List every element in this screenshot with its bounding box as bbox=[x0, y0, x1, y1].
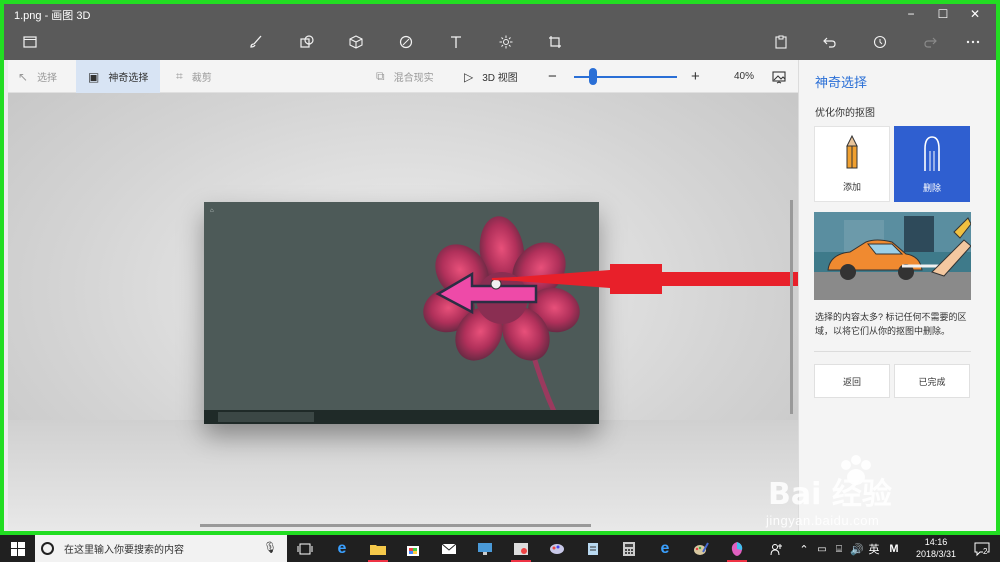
zoom-slider-thumb[interactable] bbox=[589, 68, 597, 85]
panel-subtitle: 优化你的抠图 bbox=[815, 108, 875, 119]
done-button[interactable]: 已完成 bbox=[894, 364, 970, 398]
crop-tool[interactable]: ⌗ 裁剪 bbox=[176, 60, 212, 93]
baidu-watermark: Bai 经验 jingyan.baidu.com bbox=[760, 455, 960, 535]
notification-count: 2 bbox=[983, 547, 988, 556]
vertical-scrollbar[interactable] bbox=[790, 200, 793, 414]
internet-explorer-icon[interactable]: e bbox=[653, 538, 677, 560]
microphone-icon[interactable]: 🎙 bbox=[263, 541, 277, 554]
stickers-icon[interactable] bbox=[394, 30, 418, 54]
paint-icon[interactable] bbox=[689, 538, 713, 560]
mixed-reality-tool[interactable]: ⧉ 混合现实 bbox=[376, 60, 434, 93]
search-placeholder: 在这里输入你要搜索的内容 bbox=[64, 545, 184, 556]
pencil-icon bbox=[846, 134, 858, 169]
text-icon[interactable] bbox=[444, 30, 468, 54]
panel-title: 神奇选择 bbox=[815, 75, 868, 90]
zoom-in-button[interactable]: + bbox=[691, 60, 700, 93]
eraser-icon bbox=[924, 136, 940, 171]
panel-description: 选择的内容太多? 标记任何不需要的区域，以将它们从你的抠图中删除。 bbox=[815, 312, 967, 336]
history-icon[interactable] bbox=[868, 30, 892, 54]
app-window-icon[interactable] bbox=[509, 538, 533, 562]
remove-label: 删除 bbox=[922, 183, 941, 193]
ime-mode[interactable]: M bbox=[882, 538, 906, 560]
clock-date: 2018/3/31 bbox=[915, 549, 957, 559]
people-icon[interactable] bbox=[765, 538, 789, 560]
title-bar: 1.png - 画图 3D − ☐ ✕ bbox=[4, 4, 996, 24]
2d-shapes-icon[interactable] bbox=[295, 30, 319, 54]
task-view-icon[interactable] bbox=[293, 538, 317, 560]
embedded-taskbar bbox=[204, 410, 599, 424]
mixed-reality-label: 混合现实 bbox=[393, 73, 434, 84]
windows-start-icon[interactable] bbox=[4, 535, 32, 562]
canvas-floor bbox=[8, 420, 798, 530]
window-title: 1.png - 画图 3D bbox=[14, 10, 91, 22]
horizontal-scrollbar[interactable] bbox=[200, 524, 591, 527]
clock-time: 14:16 bbox=[924, 537, 948, 547]
3d-view-label: 3D 视图 bbox=[482, 73, 518, 84]
edge-browser-icon[interactable]: e bbox=[330, 538, 354, 560]
watermark-logo: Bai 经验 bbox=[768, 477, 892, 512]
remote-desktop-icon[interactable] bbox=[473, 538, 497, 560]
effects-icon[interactable] bbox=[494, 30, 518, 54]
annotation-arrow-icon bbox=[490, 264, 812, 294]
crop-label: 裁剪 bbox=[191, 73, 212, 84]
watermark-url: jingyan.baidu.com bbox=[766, 513, 880, 528]
crop-icon: ⌗ bbox=[176, 69, 183, 83]
minimize-button[interactable]: − bbox=[894, 4, 928, 24]
canvas-crop-icon[interactable] bbox=[543, 30, 567, 54]
maximize-button[interactable]: ☐ bbox=[926, 4, 960, 24]
undo-icon[interactable] bbox=[818, 30, 842, 54]
cursor-icon: ↖ bbox=[18, 69, 29, 84]
svg-text:⌂: ⌂ bbox=[210, 208, 214, 214]
paint-3d-icon[interactable] bbox=[725, 538, 749, 562]
magic-select-icon: ▣ bbox=[88, 69, 100, 84]
magic-select-label: 神奇选择 bbox=[108, 73, 149, 84]
notepad-icon[interactable] bbox=[581, 538, 605, 560]
3d-shapes-icon[interactable] bbox=[344, 30, 368, 54]
background-icon[interactable] bbox=[772, 60, 786, 93]
store-icon[interactable] bbox=[401, 538, 425, 560]
calculator-icon[interactable] bbox=[617, 538, 641, 560]
menu-icon[interactable] bbox=[18, 30, 42, 54]
paste-icon[interactable] bbox=[769, 30, 793, 54]
close-button[interactable]: ✕ bbox=[958, 4, 992, 24]
embedded-search-box bbox=[218, 412, 314, 422]
image-on-canvas[interactable]: ⌂ bbox=[204, 202, 599, 424]
brush-icon[interactable] bbox=[244, 30, 268, 54]
windows-taskbar: 在这里输入你要搜索的内容 🎙 e e ⌃ ▭ ⌸ 🔊 英 M 14:16 201… bbox=[0, 535, 1000, 562]
select-tool[interactable]: ↖ 选择 bbox=[18, 60, 57, 93]
magic-select-tool[interactable]: ▣ 神奇选择 bbox=[76, 60, 161, 93]
car-eraser-illustration-icon bbox=[814, 212, 971, 300]
notification-center-icon[interactable]: 2 bbox=[970, 538, 994, 560]
taskbar-search[interactable]: 在这里输入你要搜索的内容 🎙 bbox=[35, 535, 287, 562]
magic-select-subbar: ↖ 选择 ▣ 神奇选择 ⌗ 裁剪 ⧉ 混合现实 ▷ 3D 视图 − + 40% bbox=[8, 60, 798, 93]
back-button[interactable]: 返回 bbox=[814, 364, 890, 398]
flower-icon: ⌂ bbox=[204, 202, 599, 424]
zoom-out-button[interactable]: − bbox=[548, 60, 557, 93]
cortana-icon bbox=[41, 542, 54, 555]
zoom-level: 40% bbox=[734, 71, 755, 82]
file-explorer-icon[interactable] bbox=[366, 538, 390, 562]
system-clock[interactable]: 14:16 2018/3/31 bbox=[908, 536, 964, 560]
mail-icon[interactable] bbox=[437, 538, 461, 560]
add-label: 添加 bbox=[842, 182, 861, 192]
3d-view-toggle[interactable]: ▷ 3D 视图 bbox=[464, 60, 518, 93]
panel-divider bbox=[814, 351, 971, 352]
remove-button[interactable]: 删除 bbox=[894, 126, 970, 202]
paint-3d-old-icon[interactable] bbox=[545, 538, 569, 560]
mixed-reality-icon: ⧉ bbox=[376, 69, 385, 83]
select-label: 选择 bbox=[37, 73, 58, 84]
more-icon[interactable] bbox=[961, 30, 985, 54]
main-toolbar bbox=[4, 24, 996, 60]
add-button[interactable]: 添加 bbox=[814, 126, 890, 202]
3d-view-icon: ▷ bbox=[464, 69, 474, 84]
redo-icon[interactable] bbox=[918, 30, 942, 54]
